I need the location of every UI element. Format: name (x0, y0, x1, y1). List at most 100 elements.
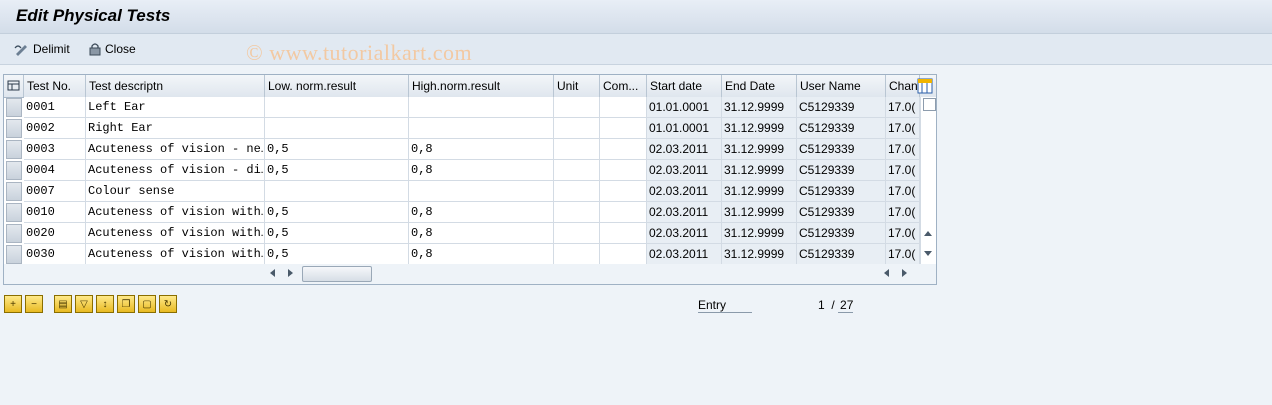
table-row[interactable]: 0020 Acuteness of vision with… 0,5 0,8 02.03… (4, 223, 920, 244)
col-header-comment[interactable]: Com... (600, 75, 647, 97)
cell-low-norm-result[interactable]: 0,5 (265, 244, 409, 265)
column-config-button[interactable] (916, 75, 936, 97)
table-row[interactable]: 0030 Acuteness of vision with… 0,5 0,8 02.03… (4, 244, 920, 265)
cell-test-no[interactable]: 0020 (24, 223, 86, 244)
page-total: 27 (838, 298, 854, 313)
cell-high-norm-result[interactable]: 0,8 (409, 244, 554, 265)
scroll-left-arrow-icon[interactable] (270, 269, 275, 277)
cell-low-norm-result[interactable]: 0,5 (265, 139, 409, 160)
table-row[interactable]: 0001 Left Ear 01.01.0001 31.12.9999 C5129339… (4, 97, 920, 118)
delete-row-icon[interactable]: − (25, 295, 43, 313)
cell-low-norm-result[interactable] (265, 97, 409, 118)
cell-low-norm-result[interactable]: 0,5 (265, 202, 409, 223)
col-header-test-no[interactable]: Test No. (24, 75, 86, 97)
cell-test-description[interactable]: Left Ear (86, 97, 265, 118)
cell-test-description[interactable]: Acuteness of vision - ne… (86, 139, 265, 160)
cell-unit[interactable] (554, 97, 600, 118)
cell-unit[interactable] (554, 223, 600, 244)
cell-high-norm-result[interactable] (409, 97, 554, 118)
cell-test-description[interactable]: Acuteness of vision with… (86, 223, 265, 244)
cell-comment[interactable] (600, 202, 647, 223)
col-header-changed-on[interactable]: Chan (886, 75, 920, 97)
close-button[interactable]: Close (88, 41, 136, 57)
vertical-scrollbar[interactable] (920, 97, 936, 264)
cell-unit[interactable] (554, 244, 600, 265)
cell-test-description[interactable]: Right Ear (86, 118, 265, 139)
col-header-unit[interactable]: Unit (554, 75, 600, 97)
cell-test-description[interactable]: Acuteness of vision with… (86, 244, 265, 265)
col-header-end-date[interactable]: End Date (722, 75, 797, 97)
table-row[interactable]: 0002 Right Ear 01.01.0001 31.12.9999 C512933… (4, 118, 920, 139)
cell-comment[interactable] (600, 97, 647, 118)
cell-unit[interactable] (554, 160, 600, 181)
scroll-checkbox[interactable] (923, 98, 936, 111)
row-selector[interactable] (6, 119, 22, 138)
filter-icon[interactable]: ▽ (75, 295, 93, 313)
row-selector[interactable] (6, 245, 22, 264)
cell-comment[interactable] (600, 244, 647, 265)
cell-start-date: 01.01.0001 (647, 118, 722, 139)
copy-icon[interactable]: ❐ (117, 295, 135, 313)
cell-comment[interactable] (600, 118, 647, 139)
cell-high-norm-result[interactable]: 0,8 (409, 139, 554, 160)
table-row[interactable]: 0004 Acuteness of vision - di… 0,5 0,8 02.03… (4, 160, 920, 181)
cell-low-norm-result[interactable] (265, 118, 409, 139)
cell-high-norm-result[interactable]: 0,8 (409, 223, 554, 244)
select-all-column-button[interactable] (4, 75, 24, 97)
row-selector[interactable] (6, 203, 22, 222)
cell-low-norm-result[interactable]: 0,5 (265, 160, 409, 181)
row-selector[interactable] (6, 182, 22, 201)
cell-comment[interactable] (600, 139, 647, 160)
delimit-button[interactable]: Delimit (14, 41, 70, 57)
cell-test-no[interactable]: 0002 (24, 118, 86, 139)
cell-comment[interactable] (600, 223, 647, 244)
cell-test-no[interactable]: 0004 (24, 160, 86, 181)
col-header-low-norm-result[interactable]: Low. norm.result (265, 75, 409, 97)
row-selector[interactable] (6, 140, 22, 159)
scroll-right-arrow-icon-right[interactable] (902, 269, 907, 277)
cell-high-norm-result[interactable] (409, 181, 554, 202)
refresh-icon[interactable]: ↻ (159, 295, 177, 313)
cell-high-norm-result[interactable] (409, 118, 554, 139)
select-all-icon[interactable]: ▤ (54, 295, 72, 313)
row-selector[interactable] (6, 161, 22, 180)
entry-button[interactable]: Entry (698, 298, 752, 313)
cell-test-no[interactable]: 0010 (24, 202, 86, 223)
row-selector[interactable] (6, 98, 22, 117)
cell-comment[interactable] (600, 160, 647, 181)
cell-test-description[interactable]: Acuteness of vision with… (86, 202, 265, 223)
cell-test-no[interactable]: 0003 (24, 139, 86, 160)
cell-test-no[interactable]: 0030 (24, 244, 86, 265)
horizontal-scrollbar[interactable] (4, 264, 936, 284)
cell-test-description[interactable]: Colour sense (86, 181, 265, 202)
cell-high-norm-result[interactable]: 0,8 (409, 202, 554, 223)
cell-test-no[interactable]: 0007 (24, 181, 86, 202)
cell-unit[interactable] (554, 202, 600, 223)
col-header-user-name[interactable]: User Name (797, 75, 886, 97)
cell-high-norm-result[interactable]: 0,8 (409, 160, 554, 181)
cell-low-norm-result[interactable] (265, 181, 409, 202)
cell-unit[interactable] (554, 181, 600, 202)
cell-low-norm-result[interactable]: 0,5 (265, 223, 409, 244)
table-row[interactable]: 0003 Acuteness of vision - ne… 0,5 0,8 02.03… (4, 139, 920, 160)
table-row[interactable]: 0007 Colour sense 02.03.2011 31.12.9999 C512… (4, 181, 920, 202)
cell-start-date: 02.03.2011 (647, 139, 722, 160)
insert-row-icon[interactable]: + (4, 295, 22, 313)
row-selector[interactable] (6, 224, 22, 243)
scroll-left-arrow-icon-right[interactable] (884, 269, 889, 277)
scroll-thumb[interactable] (302, 266, 372, 282)
cell-unit[interactable] (554, 118, 600, 139)
paste-icon[interactable]: ▢ (138, 295, 156, 313)
scroll-right-arrow-icon[interactable] (288, 269, 293, 277)
col-header-test-description[interactable]: Test descriptn (86, 75, 265, 97)
col-header-high-norm-result[interactable]: High.norm.result (409, 75, 554, 97)
scroll-down-arrow-icon[interactable] (924, 251, 932, 256)
col-header-start-date[interactable]: Start date (647, 75, 722, 97)
table-row[interactable]: 0010 Acuteness of vision with… 0,5 0,8 02.03… (4, 202, 920, 223)
scroll-up-arrow-icon[interactable] (924, 231, 932, 236)
cell-unit[interactable] (554, 139, 600, 160)
cell-test-no[interactable]: 0001 (24, 97, 86, 118)
sort-icon[interactable]: ↕ (96, 295, 114, 313)
cell-comment[interactable] (600, 181, 647, 202)
cell-test-description[interactable]: Acuteness of vision - di… (86, 160, 265, 181)
